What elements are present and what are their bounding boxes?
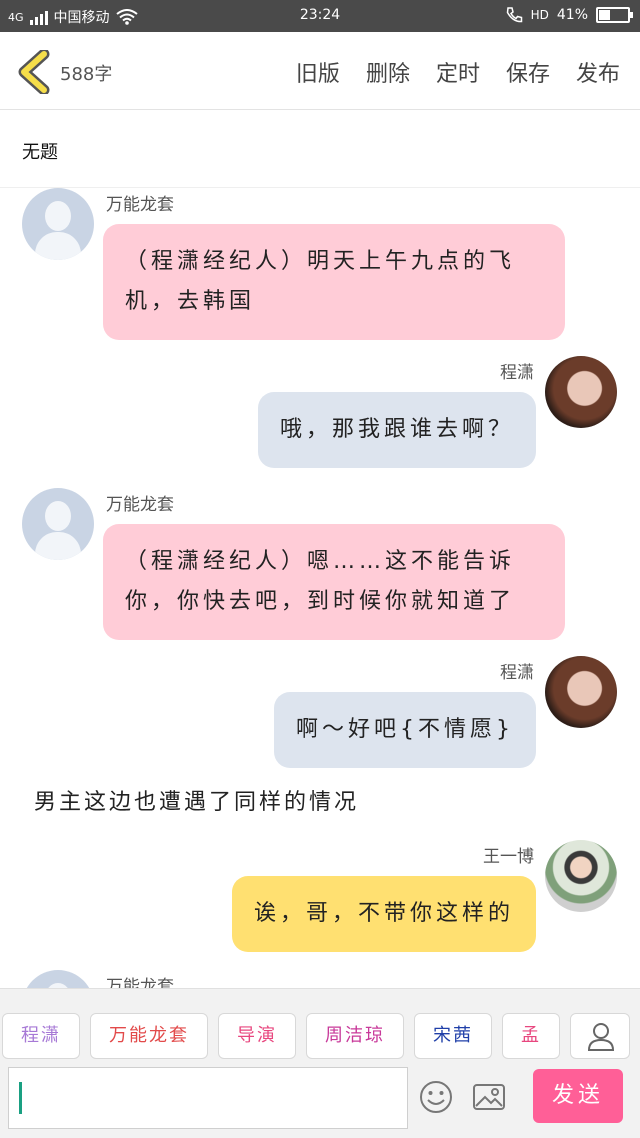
message-bubble[interactable]: 哦，那我跟谁去啊？: [257, 392, 536, 468]
publish-button[interactable]: 发布: [576, 56, 620, 88]
editor-header: 588字 旧版 删除 定时 保存 发布: [0, 32, 640, 110]
character-chip[interactable]: 周洁琼: [306, 1013, 404, 1059]
message-right: 王一博 诶，哥，不带你这样的: [0, 840, 640, 960]
back-button[interactable]: [14, 48, 54, 96]
avatar[interactable]: [22, 970, 94, 988]
avatar[interactable]: [22, 188, 94, 260]
message-bubble[interactable]: 诶，哥，不带你这样的: [231, 876, 536, 952]
message-left: 万能龙套: [0, 970, 640, 988]
character-chip[interactable]: 导演: [218, 1013, 296, 1059]
document-title[interactable]: 无题: [22, 138, 58, 164]
avatar[interactable]: [545, 656, 617, 728]
character-chip[interactable]: 程潇: [2, 1013, 80, 1059]
speaker-name: 程潇: [500, 363, 534, 383]
composer-panel: 程潇 万能龙套 导演 周洁琼 宋茜孟 发送: [0, 988, 640, 1138]
word-count: 588字: [60, 64, 113, 85]
send-button[interactable]: 发送: [533, 1069, 623, 1123]
character-chip[interactable]: 万能龙套: [90, 1013, 208, 1059]
delete-button[interactable]: 删除: [366, 56, 410, 88]
chat-area[interactable]: 万能龙套 （程潇经纪人）明天上午九点的飞机，去韩国 程潇 哦，那我跟谁去啊？ 万…: [0, 188, 640, 988]
header-actions: 旧版 删除 定时 保存 发布: [296, 56, 620, 88]
speaker-name: 万能龙套: [106, 495, 174, 515]
message-input-box[interactable]: [8, 1067, 408, 1129]
schedule-button[interactable]: 定时: [436, 56, 480, 88]
message-input[interactable]: [29, 1078, 399, 1118]
character-chip[interactable]: 宋茜: [414, 1013, 492, 1059]
speaker-name: 程潇: [500, 663, 534, 683]
back-chevron-icon: [18, 48, 50, 96]
speaker-name: 万能龙套: [106, 195, 174, 215]
message-left: 万能龙套 （程潇经纪人）明天上午九点的飞机，去韩国: [0, 188, 640, 340]
add-character-button[interactable]: [570, 1013, 630, 1059]
character-selector: 程潇 万能龙套 导演 周洁琼 宋茜孟: [0, 1013, 568, 1061]
battery-icon: [596, 7, 633, 23]
speaker-name: 王一博: [483, 847, 534, 867]
emoji-icon: [420, 1081, 452, 1113]
image-icon: [473, 1084, 505, 1110]
battery-percent: 41%: [556, 7, 588, 23]
message-bubble[interactable]: （程潇经纪人）明天上午九点的飞机，去韩国: [103, 224, 565, 340]
hd-badge: HD: [530, 8, 549, 22]
old-version-button[interactable]: 旧版: [296, 56, 340, 88]
message-bubble[interactable]: 啊～好吧{不情愿}: [274, 692, 536, 768]
message-left: 万能龙套 （程潇经纪人）嗯……这不能告诉你，你快去吧，到时候你就知道了: [0, 488, 640, 640]
status-right: HD 41%: [505, 6, 633, 24]
message-right: 程潇 哦，那我跟谁去啊？: [0, 356, 640, 476]
avatar[interactable]: [22, 488, 94, 560]
message-right: 程潇 啊～好吧{不情愿}: [0, 656, 640, 776]
message-bubble[interactable]: （程潇经纪人）嗯……这不能告诉你，你快去吧，到时候你就知道了: [103, 524, 565, 640]
character-chip[interactable]: 孟: [502, 1013, 560, 1059]
status-bar: 4G 中国移动 23:24 HD 41%: [0, 0, 640, 32]
call-icon: [506, 7, 522, 23]
avatar[interactable]: [545, 840, 617, 912]
save-button[interactable]: 保存: [506, 56, 550, 88]
speaker-name: 万能龙套: [106, 977, 174, 988]
add-character-icon: [587, 1023, 615, 1051]
emoji-button[interactable]: [418, 1079, 454, 1115]
narration-text[interactable]: 男主这边也遭遇了同样的情况: [34, 784, 359, 816]
image-button[interactable]: [471, 1079, 507, 1115]
avatar[interactable]: [545, 356, 617, 428]
title-row[interactable]: 无题: [0, 110, 640, 188]
text-caret: [19, 1082, 22, 1114]
